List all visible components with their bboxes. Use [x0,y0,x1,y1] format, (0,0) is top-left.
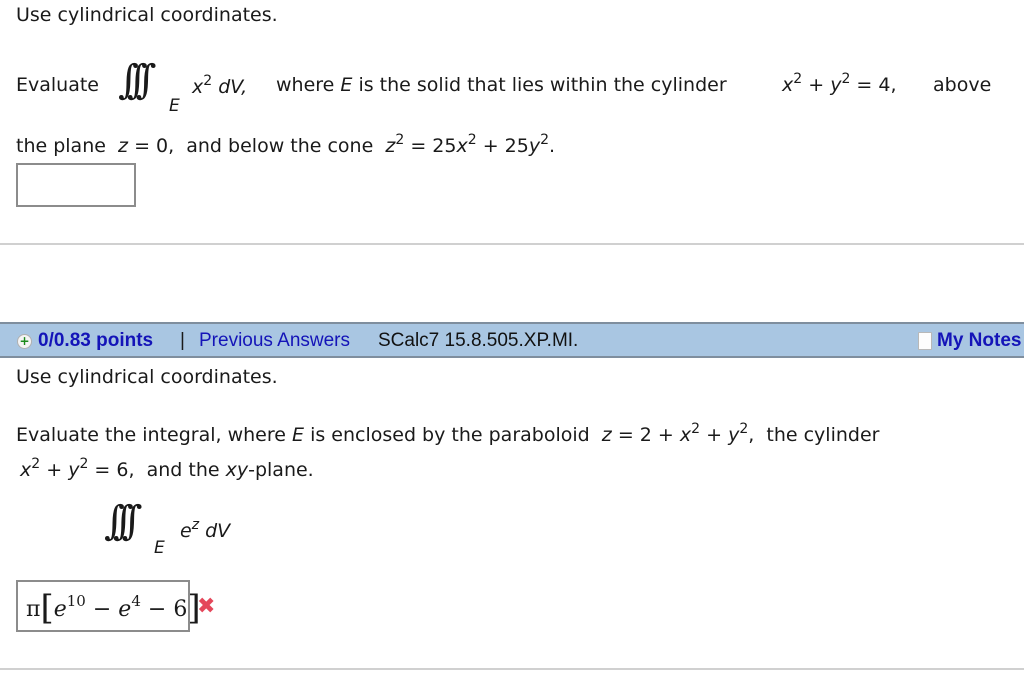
q2-points: 0/0.83 points [38,330,154,351]
question-divider [0,243,1024,245]
q2-line2: x2 + y2 = 6, and the xy-plane. [20,456,314,481]
q2-header-bar: + 0/0.83 points | Previous Answers SCalc… [0,322,1024,358]
bottom-divider [0,668,1024,670]
q1-integral-region: E [169,96,180,116]
my-notes-link[interactable]: My Notes [937,330,1021,352]
q2-instruction: Use cylindrical coordinates. [16,366,278,388]
triple-integral-symbol: ∫∫∫ [118,57,156,103]
note-page-icon[interactable] [918,332,932,350]
incorrect-x-icon: ✖ [197,594,216,619]
q1-integral: ∫∫∫ [118,57,156,103]
q1-cylinder-equation: x2 + y2 = 4, [782,71,897,96]
q2-line1: Evaluate the integral, where E is enclos… [16,421,880,446]
q2-answer-value: π[e10 − e4 − 6] [26,588,201,628]
problem-code: SCalc7 15.8.505.XP.MI. [378,330,579,351]
q1-description: where E is the solid that lies within th… [276,74,727,96]
previous-answers-link[interactable]: Previous Answers [199,330,350,352]
q1-evaluate-label: Evaluate [16,74,99,96]
q2-integral-region: E [154,538,165,558]
expand-plus-icon[interactable]: + [17,334,32,349]
q2-answer-input[interactable]: π[e10 − e4 − 6] [16,580,201,632]
q1-answer-input[interactable] [16,163,136,207]
header-separator: | [180,330,185,351]
q1-integrand: x2 dV, [192,73,248,98]
q2-integrand: ez dV [180,517,231,542]
triple-integral-symbol: ∫∫∫ [104,498,142,544]
q2-integral: ∫∫∫ [104,498,142,544]
q1-line2: the plane z = 0, and below the cone z2 =… [16,132,556,157]
q1-instruction: Use cylindrical coordinates. [16,4,278,26]
q1-above: above [933,74,992,96]
